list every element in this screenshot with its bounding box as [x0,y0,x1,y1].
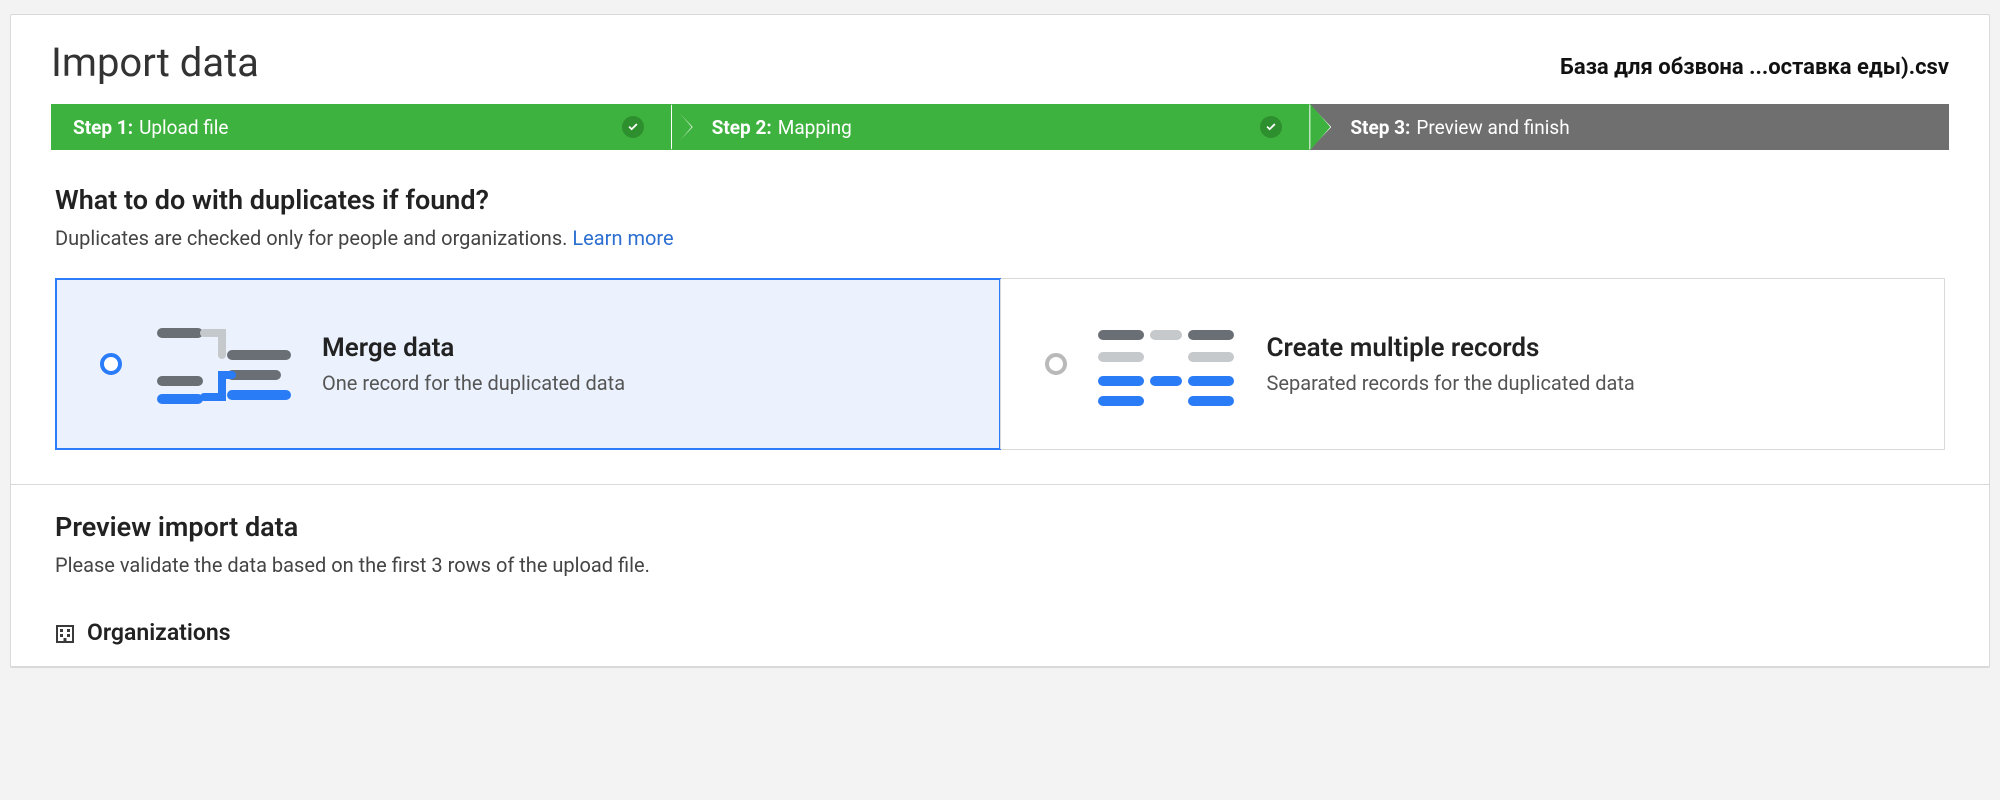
page-title: Import data [51,39,259,86]
step-label-rest: Mapping [778,116,852,139]
option-title: Create multiple records [1267,333,1635,363]
check-icon [1260,116,1282,138]
building-icon [55,623,75,643]
import-file-name: База для обзвона ...оставка еды).csv [1560,55,1949,80]
organizations-heading: Organizations [55,619,1945,646]
learn-more-link[interactable]: Learn more [572,226,673,250]
duplicates-question: What to do with duplicates if found? [55,184,1945,216]
duplicate-options: Merge data One record for the duplicated… [55,278,1945,450]
option-desc: One record for the duplicated data [322,371,625,395]
step-label-rest: Preview and finish [1416,116,1569,139]
step-label-rest: Upload file [139,116,228,139]
radio-selected-icon [100,353,122,375]
multiple-illustration-icon [1097,321,1237,407]
option-create-multiple[interactable]: Create multiple records Separated record… [1000,279,1945,449]
bottom-divider [11,666,1989,667]
step-label-bold: Step 2: [712,116,772,139]
duplicates-subtext-text: Duplicates are checked only for people a… [55,226,572,250]
option-title: Merge data [322,333,625,363]
organizations-label: Organizations [87,619,231,646]
step-label-bold: Step 3: [1350,116,1410,139]
option-merge-data[interactable]: Merge data One record for the duplicated… [56,279,1000,449]
duplicates-subtext: Duplicates are checked only for people a… [55,226,1945,250]
preview-subtext: Please validate the data based on the fi… [55,553,1945,577]
radio-unselected-icon [1045,353,1067,375]
option-desc: Separated records for the duplicated dat… [1267,371,1635,395]
step-label-bold: Step 1: [73,116,133,139]
preview-title: Preview import data [55,511,1945,543]
step-preview-finish[interactable]: Step 3: Preview and finish [1310,104,1949,150]
import-stepper: Step 1: Upload file Step 2: Mapping Step… [11,104,1989,184]
step-upload-file[interactable]: Step 1: Upload file [51,104,672,150]
step-mapping[interactable]: Step 2: Mapping [672,104,1311,150]
merge-illustration-icon [152,321,292,407]
check-icon [622,116,644,138]
